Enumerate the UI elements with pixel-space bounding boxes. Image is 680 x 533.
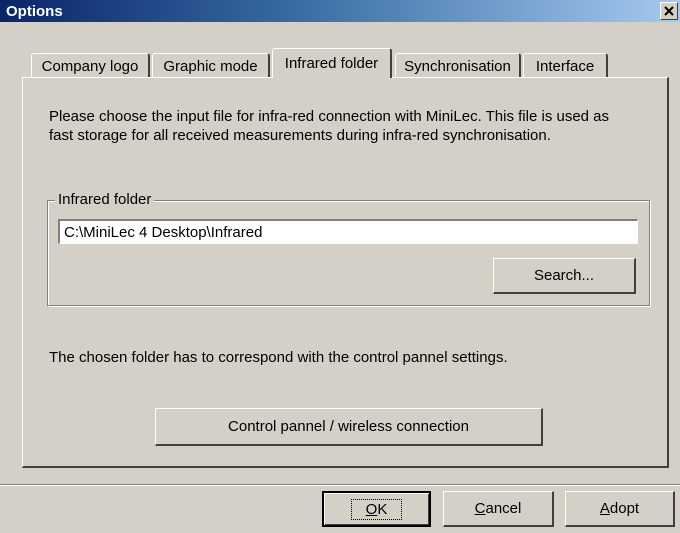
- tab-label: Company logo: [41, 58, 139, 75]
- tab-label: Interface: [535, 58, 595, 75]
- title-bar[interactable]: Options: [0, 0, 680, 22]
- group-label: Infrared folder: [55, 191, 155, 208]
- ok-button[interactable]: OK: [322, 491, 431, 527]
- close-icon: [664, 6, 674, 16]
- tab-graphic-mode[interactable]: Graphic mode: [152, 53, 270, 79]
- tab-synchronisation[interactable]: Synchronisation: [395, 53, 521, 79]
- cancel-button-label: Cancel: [474, 500, 522, 517]
- footer-separator: [0, 484, 680, 486]
- tab-interface[interactable]: Interface: [523, 53, 608, 79]
- close-button[interactable]: [660, 2, 678, 20]
- ok-button-label: OK: [350, 498, 403, 520]
- control-panel-button-label: Control pannel / wireless connection: [228, 418, 469, 435]
- tab-label: Synchronisation: [404, 58, 511, 75]
- tab-label: Graphic mode: [163, 58, 258, 75]
- description-line: fast storage for all received measuremen…: [49, 127, 551, 144]
- folder-path-input[interactable]: [58, 219, 638, 244]
- window-title: Options: [6, 3, 63, 20]
- adopt-button[interactable]: Adopt: [565, 491, 675, 527]
- description-text: Please choose the input file for infra-r…: [49, 107, 659, 145]
- search-button[interactable]: Search...: [493, 258, 636, 294]
- options-dialog: Options Company logo Graphic mode Infrar…: [0, 0, 680, 533]
- cancel-button[interactable]: Cancel: [443, 491, 554, 527]
- tab-infrared-folder[interactable]: Infrared folder: [272, 48, 392, 78]
- search-button-label: Search...: [533, 267, 595, 284]
- description-line: Please choose the input file for infra-r…: [49, 108, 610, 125]
- settings-note: The chosen folder has to correspond with…: [49, 349, 508, 366]
- tab-company-logo[interactable]: Company logo: [31, 53, 150, 79]
- adopt-button-label: Adopt: [599, 500, 640, 517]
- tab-label: Infrared folder: [284, 55, 379, 72]
- control-panel-button[interactable]: Control pannel / wireless connection: [155, 408, 543, 446]
